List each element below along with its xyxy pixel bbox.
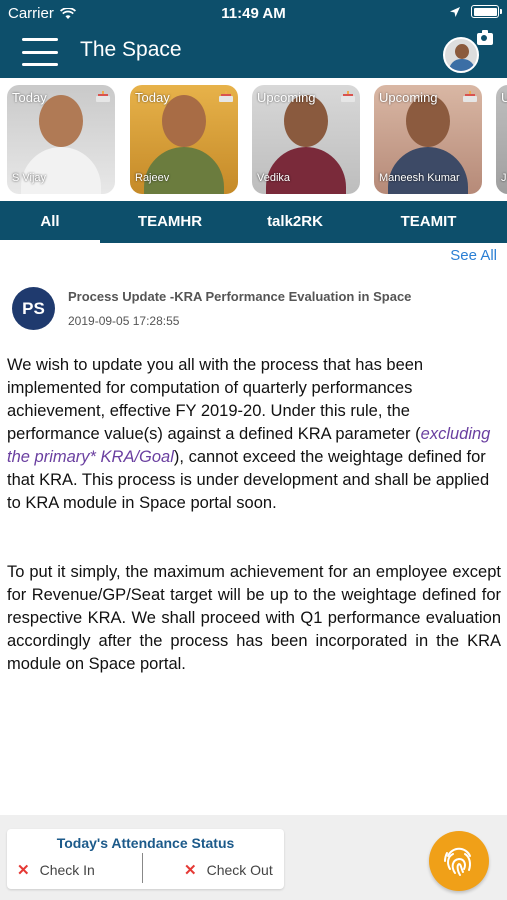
cake-icon (463, 91, 477, 102)
app-title: The Space (80, 38, 182, 61)
person-name: Vedika (257, 172, 291, 184)
check-out-label: Check Out (206, 862, 273, 878)
tab-talk2rk[interactable]: talk2RK (240, 201, 350, 243)
post-title: Process Update -KRA Performance Evaluati… (68, 289, 412, 304)
cross-icon: ✕ (184, 862, 197, 879)
person-card[interactable]: Upcoming Vedika (252, 85, 360, 194)
check-out-button[interactable]: ✕ Check Out (184, 861, 273, 879)
battery-icon (471, 5, 502, 18)
attendance-title: Today's Attendance Status (56, 835, 235, 851)
person-name: J (501, 172, 507, 184)
camera-icon[interactable] (477, 30, 493, 45)
check-in-label: Check In (39, 862, 95, 878)
post-text: We wish to update you all with the proce… (7, 356, 424, 443)
tab-teamit[interactable]: TEAMIT (350, 201, 507, 243)
status-right (449, 5, 502, 18)
birthday-strip: Today S Vijay Today Rajeev Upcoming Vedi… (0, 78, 507, 201)
post-body: We wish to update you all with the proce… (7, 354, 501, 722)
post-date: 2019-09-05 17:28:55 (68, 314, 180, 328)
cake-icon (96, 91, 110, 102)
attendance-card: Today's Attendance Status ✕ Check In ✕ C… (7, 829, 284, 889)
post-paragraph: To put it simply, the maximum achievemen… (7, 563, 501, 673)
author-avatar: PS (12, 287, 55, 330)
person-name: Rajeev (135, 172, 170, 184)
person-card[interactable]: Upcoming Maneesh Kumar (374, 85, 482, 194)
person-card[interactable]: Today Rajeev (130, 85, 238, 194)
person-name: Maneesh Kumar (379, 172, 460, 184)
clock: 11:49 AM (221, 5, 286, 22)
check-in-button[interactable]: ✕ Check In (17, 861, 95, 879)
person-card[interactable]: U J (496, 85, 507, 194)
post-header: PS Process Update -KRA Performance Evalu… (12, 285, 497, 335)
person-tag: Upcoming (379, 90, 438, 105)
feed-tabs: All TEAMHR talk2RK TEAMIT (0, 201, 507, 243)
tab-teamhr[interactable]: TEAMHR (100, 201, 240, 243)
divider (142, 853, 143, 883)
cake-icon (219, 91, 233, 102)
profile-avatar[interactable] (443, 37, 479, 73)
person-name: S Vijay (12, 172, 47, 184)
menu-icon[interactable] (22, 38, 58, 66)
post-paragraph: We wish to update you all with the proce… (7, 354, 501, 515)
person-tag: Today (12, 90, 47, 105)
status-bar: Carrier 11:49 AM (0, 0, 507, 28)
cross-icon: ✕ (17, 862, 30, 879)
person-tag: Upcoming (257, 90, 316, 105)
fingerprint-icon (444, 847, 471, 876)
see-all-link[interactable]: See All (450, 247, 497, 264)
fingerprint-button[interactable] (429, 831, 489, 891)
person-tag: U (501, 90, 507, 105)
app-header: The Space (0, 28, 507, 78)
location-arrow-icon (450, 6, 460, 17)
person-card[interactable]: Today S Vijay (7, 85, 115, 194)
cake-icon (341, 91, 355, 102)
tab-all[interactable]: All (0, 201, 100, 243)
bottom-bar: Today's Attendance Status ✕ Check In ✕ C… (0, 815, 507, 900)
person-tag: Today (135, 90, 170, 105)
